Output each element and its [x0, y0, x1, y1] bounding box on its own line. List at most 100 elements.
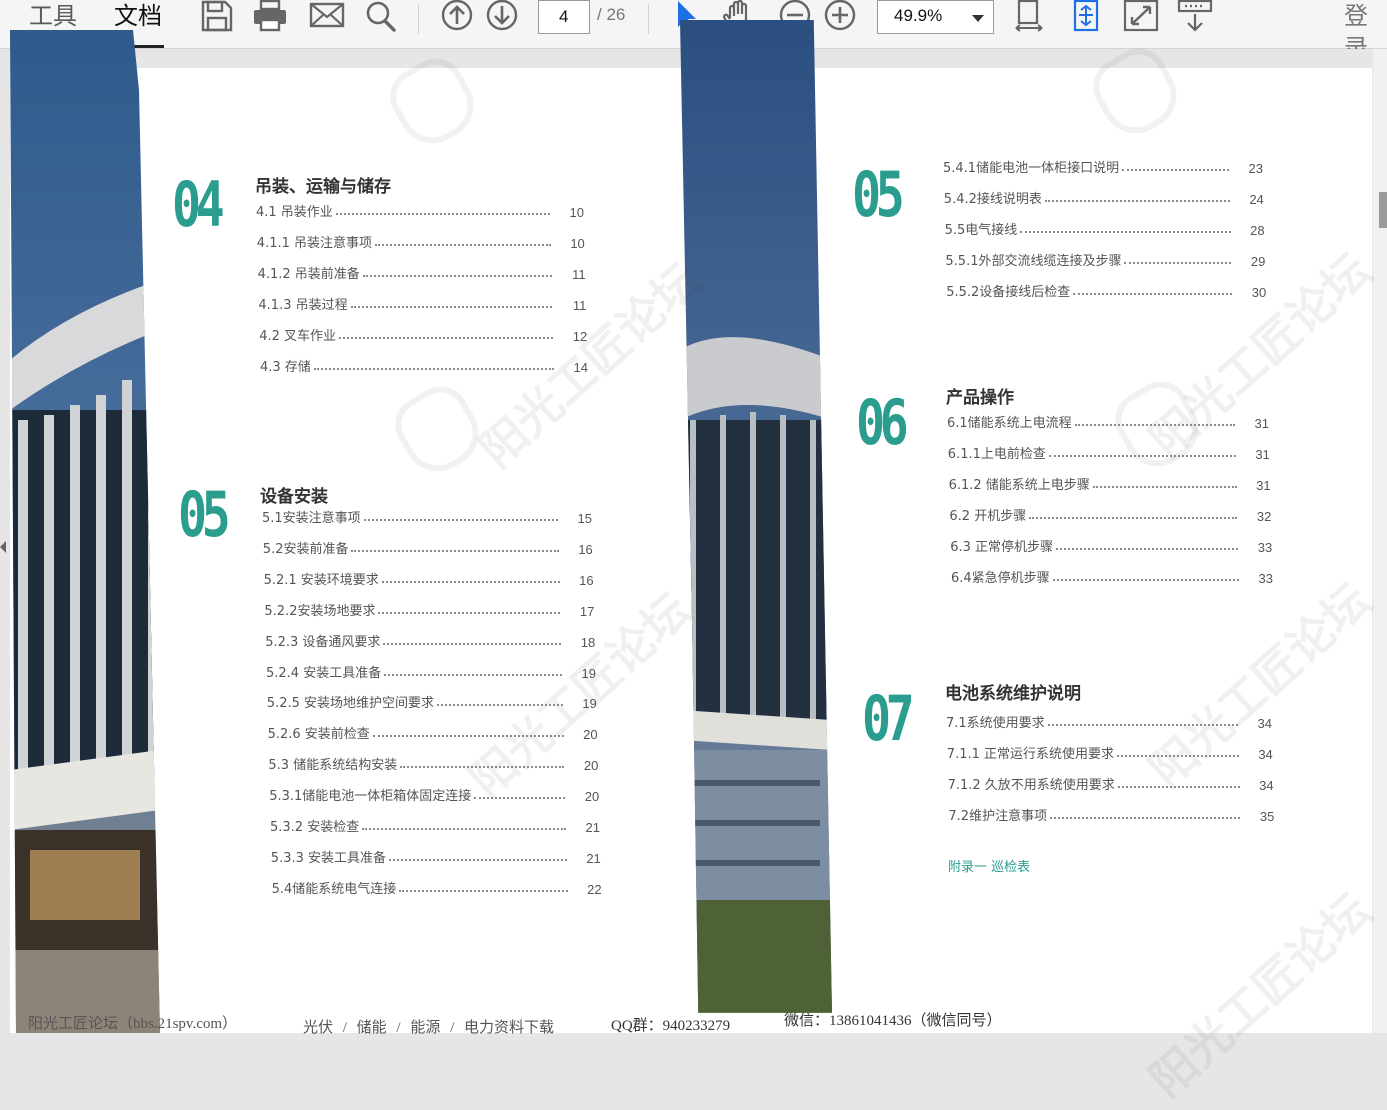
toc-entry[interactable]: 5.4.2接线说明表 24: [944, 187, 1264, 207]
scrollbar-thumb[interactable]: [1379, 192, 1387, 228]
toc-leader-dots: [1117, 755, 1239, 757]
print-icon[interactable]: [252, 0, 288, 32]
left-panel-toggle-icon[interactable]: [0, 541, 6, 553]
toc-entry-page: 10: [570, 236, 585, 251]
toc-entry-title: 5.2.6 安装前检查: [267, 727, 370, 742]
toc-entry-title: 4.1.3 吊装过程: [258, 298, 348, 313]
toc-entry-title: 5.4.2接线说明表: [943, 192, 1042, 207]
toc-entry[interactable]: 6.4紧急停机步骤 33: [951, 566, 1273, 586]
toc-leader-dots: [381, 581, 560, 583]
toc-entry[interactable]: 6.2 开机步骤 32: [949, 504, 1271, 524]
toc-entry[interactable]: 5.2.1 安装环境要求 16: [264, 568, 594, 588]
toc-entry[interactable]: 7.2维护注意事项 35: [948, 804, 1274, 824]
toc-entry[interactable]: 7.1系统使用要求 34: [946, 711, 1272, 731]
toc-entry-page: 31: [1255, 447, 1270, 462]
toc-entry-title: 6.1储能系统上电流程: [947, 416, 1072, 431]
toc-entry[interactable]: 4.2 叉车作业 12: [259, 324, 587, 344]
toc-entry[interactable]: 5.5.1外部交流线缆连接及步骤 29: [945, 249, 1265, 269]
section-title: 吊装、运输与储存: [255, 177, 391, 197]
toc-entry[interactable]: 5.4储能系统电气连接 22: [272, 877, 602, 897]
toc-entry-page: 30: [1251, 285, 1267, 300]
read-mode-icon[interactable]: [1177, 0, 1213, 32]
footer-wechat: 微信：13861041436（微信同号）: [784, 1013, 1002, 1029]
toc-entry-title: 5.3.2 安装检查: [270, 820, 360, 835]
toc-leader-dots: [1048, 455, 1236, 457]
toc-entry-title: 5.5电气接线: [944, 223, 1018, 238]
toc-entry[interactable]: 5.5.2设备接线后检查 30: [946, 280, 1266, 300]
section-title: 电池系统维护说明: [945, 684, 1081, 704]
toc-entry[interactable]: 4.3 存储 14: [260, 355, 588, 375]
save-icon[interactable]: [199, 0, 235, 32]
toc-leader-dots: [362, 275, 552, 277]
toc-entry-page: 19: [581, 666, 596, 681]
toc-entry-page: 18: [580, 635, 596, 650]
toc-entry[interactable]: 5.2.6 安装前检查 20: [268, 722, 598, 742]
toc-entry[interactable]: 5.2.5 安装场地维护空间要求 19: [267, 691, 597, 711]
toc-entry[interactable]: 5.4.1储能电池一体柜接口说明 23: [943, 156, 1263, 176]
toc-entry[interactable]: 4.1.3 吊装过程 11: [258, 293, 586, 313]
toc-entry[interactable]: 7.1.1 正常运行系统使用要求 34: [947, 742, 1273, 762]
toc-entry[interactable]: 4.1.1 吊装注意事项 10: [257, 231, 585, 251]
toc-leader-dots: [1029, 517, 1238, 519]
toc-entry[interactable]: 5.5电气接线 28: [945, 218, 1265, 238]
toc-entry-title: 7.2维护注意事项: [948, 809, 1048, 824]
zoom-select[interactable]: 49.9%: [877, 0, 994, 34]
appendix-link[interactable]: 附录一 巡检表: [948, 856, 1030, 875]
email-icon[interactable]: [309, 0, 345, 32]
toc-entry-title: 7.1.1 正常运行系统使用要求: [946, 747, 1115, 762]
toc-entry[interactable]: 5.1安装注意事项 15: [262, 506, 592, 526]
toc-entry-page: 14: [573, 360, 588, 375]
fit-width-icon[interactable]: [1068, 0, 1104, 32]
chevron-down-icon[interactable]: [972, 15, 984, 22]
toc-entry[interactable]: 7.1.2 久放不用系统使用要求 34: [948, 773, 1274, 793]
toc-entry[interactable]: 6.1.1上电前检查 31: [948, 442, 1270, 462]
toc-entry[interactable]: 6.1储能系统上电流程 31: [947, 411, 1269, 431]
toc-leader-dots: [1092, 486, 1237, 488]
fit-page-icon[interactable]: [1012, 0, 1048, 32]
page-number-input[interactable]: [538, 0, 590, 34]
toc-entry[interactable]: 5.2.2安装场地要求 17: [264, 599, 594, 619]
arrow-up-circle-icon[interactable]: [439, 0, 475, 32]
tab-document[interactable]: 文档: [114, 0, 162, 32]
toc-entry[interactable]: 5.3.2 安装检查 21: [270, 815, 600, 835]
fullscreen-icon[interactable]: [1123, 0, 1159, 32]
toc-entry-title: 7.1系统使用要求: [946, 716, 1045, 731]
toc-entry-title: 6.3 正常停机步骤: [950, 540, 1053, 555]
toc-entry-page: 12: [572, 329, 588, 344]
toc-leader-dots: [389, 859, 567, 861]
toc-entry-page: 31: [1254, 416, 1269, 431]
toc-entry-page: 16: [579, 573, 594, 588]
toc-entry[interactable]: 4.1.2 吊装前准备 11: [258, 262, 586, 282]
tab-tools[interactable]: 工具: [29, 0, 77, 32]
toc-entry[interactable]: 5.2.4 安装工具准备 19: [266, 661, 596, 681]
zoom-in-icon[interactable]: [822, 0, 858, 32]
search-icon[interactable]: [363, 0, 399, 32]
toc-entry-page: 10: [569, 205, 584, 220]
toc-leader-dots: [1020, 231, 1231, 233]
toc-entry[interactable]: 5.3.3 安装工具准备 21: [271, 846, 601, 866]
toc-entry[interactable]: 5.3.1储能电池一体柜箱体固定连接 20: [269, 784, 599, 804]
toc-entry[interactable]: 4.1 吊装作业 10: [256, 200, 584, 220]
arrow-down-circle-icon[interactable]: [484, 0, 520, 32]
footer: 阳光工匠论坛（bbs.21spv.com） 光伏 / 储能 / 能源 / 电力资…: [0, 1006, 1387, 1036]
toc-entry-title: 4.2 叉车作业: [259, 329, 336, 344]
toc-entry-page: 22: [587, 882, 602, 897]
toc-entry-page: 15: [577, 511, 592, 526]
toc-entry[interactable]: 5.2.3 设备通风要求 18: [265, 630, 595, 650]
toc-leader-dots: [1122, 169, 1229, 171]
section-number: 05: [852, 158, 905, 231]
toc-leader-dots: [351, 550, 559, 552]
section-number: 05: [178, 478, 231, 551]
zoom-value: 49.9%: [894, 6, 943, 25]
toc-entry-title: 5.5.1外部交流线缆连接及步骤: [945, 254, 1122, 269]
toc-entry[interactable]: 5.3 储能系统结构安装 20: [268, 753, 598, 773]
toc-leader-dots: [1056, 548, 1239, 550]
toc-entry-page: 16: [578, 542, 593, 557]
toc-entry-title: 5.3 储能系统结构安装: [268, 758, 398, 773]
toc-entry-page: 32: [1256, 509, 1272, 524]
toc-entry[interactable]: 6.1.2 储能系统上电步骤 31: [949, 473, 1271, 493]
toc-entry[interactable]: 5.2安装前准备 16: [263, 537, 593, 557]
toolbar-divider: [648, 4, 649, 34]
toc-entry[interactable]: 6.3 正常停机步骤 33: [950, 535, 1272, 555]
toc-entry-title: 5.4.1储能电池一体柜接口说明: [943, 161, 1120, 176]
